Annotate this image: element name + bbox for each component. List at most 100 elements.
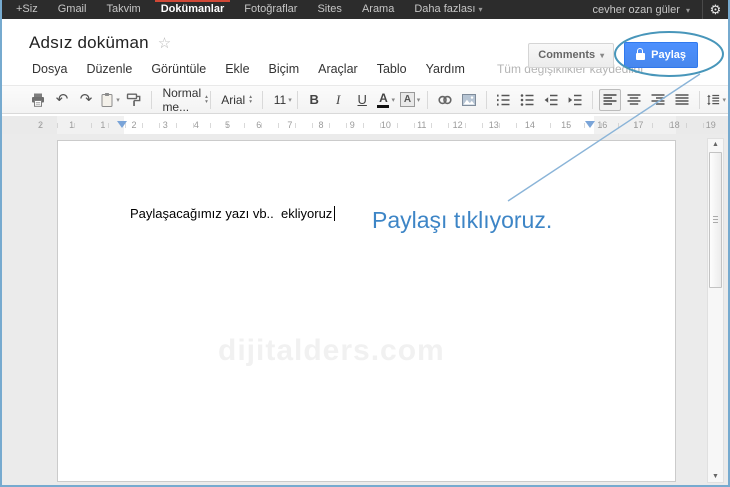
menu-duzenle[interactable]: Düzenle <box>83 60 135 78</box>
italic-icon: I <box>336 91 341 107</box>
updown-icon: ▴ ▾ <box>249 93 252 105</box>
font-size-value: 11 <box>273 92 287 107</box>
redo-button[interactable]: ↷ <box>75 89 97 111</box>
font-family-value: Arial <box>221 92 246 107</box>
chevron-down-icon: ▾ <box>600 50 605 60</box>
paragraph-style-value: Normal me... <box>162 85 202 114</box>
bold-button[interactable]: B <box>303 89 325 111</box>
google-docs-window: +Siz Gmail Takvim Dokümanlar Fotoğraflar… <box>0 0 730 487</box>
line-spacing-icon <box>707 94 720 105</box>
menu-dosya[interactable]: Dosya <box>29 60 70 78</box>
nav-daha-fazlasi[interactable]: Daha fazlası ▾ <box>404 0 492 19</box>
lock-icon <box>636 48 646 60</box>
callout-text: Paylaşı tıklıyoruz. <box>372 207 553 233</box>
underline-button[interactable]: U <box>351 89 373 111</box>
text-cursor <box>334 206 336 221</box>
document-header: Adsız doküman ☆ Dosya Düzenle Görüntüle … <box>2 19 728 85</box>
nav-plus-siz[interactable]: +Siz <box>6 0 48 19</box>
chevron-down-icon: ▾ <box>416 96 421 104</box>
undo-icon: ↶ <box>55 91 69 108</box>
undo-button[interactable]: ↶ <box>51 89 73 111</box>
scroll-up-arrow-icon[interactable]: ▲ <box>708 139 723 150</box>
link-icon <box>438 95 452 104</box>
decrease-indent-button[interactable] <box>540 89 562 111</box>
updown-icon: ▴ ▾ <box>205 93 208 105</box>
nav-daha-fazlasi-label: Daha fazlası <box>414 3 476 15</box>
watermark: dijitalders.com <box>218 334 445 367</box>
bulleted-list-icon <box>520 93 534 106</box>
title-row: Adsız doküman ☆ <box>29 33 171 53</box>
nav-fotograflar[interactable]: Fotoğraflar <box>234 0 307 19</box>
scrollbar-grip <box>713 216 718 224</box>
paragraph-style-dropdown[interactable]: Normal me... ▴ ▾ <box>157 85 207 114</box>
font-family-dropdown[interactable]: Arial ▴ ▾ <box>216 89 256 111</box>
right-indent-marker[interactable] <box>585 121 595 128</box>
nav-takvim[interactable]: Takvim <box>96 0 150 19</box>
account-menu[interactable]: cevher ozan güler ▾ <box>586 4 696 16</box>
align-right-icon <box>651 93 665 105</box>
highlight-icon: A <box>400 92 415 107</box>
nav-sites[interactable]: Sites <box>307 0 351 19</box>
align-right-button[interactable] <box>647 89 669 111</box>
document-text[interactable]: Paylaşacağımız yazı vb.. ekliyoruz <box>130 206 336 221</box>
align-left-button[interactable] <box>598 88 621 111</box>
menu-goruntule[interactable]: Görüntüle <box>148 60 209 78</box>
numbered-list-icon <box>497 94 510 106</box>
line-spacing-button[interactable]: ▾ <box>705 89 727 111</box>
star-icon[interactable]: ☆ <box>158 34 171 52</box>
left-indent-marker[interactable] <box>117 121 127 128</box>
insert-link-button[interactable] <box>434 89 456 111</box>
menu-bicim[interactable]: Biçim <box>266 60 303 78</box>
redo-icon: ↷ <box>79 91 93 108</box>
gear-icon[interactable]: ⚙ <box>702 0 728 19</box>
scroll-down-arrow-icon[interactable]: ▼ <box>708 471 723 482</box>
nav-gmail[interactable]: Gmail <box>48 0 97 19</box>
nav-arama[interactable]: Arama <box>352 0 404 19</box>
align-center-button[interactable] <box>623 89 645 111</box>
document-canvas: Paylaşacağımız yazı vb.. ekliyoruz dijit… <box>2 134 728 485</box>
menu-yardim[interactable]: Yardım <box>423 60 468 78</box>
chevron-down-icon: ▾ <box>391 96 395 104</box>
scrollbar-thumb[interactable] <box>709 152 722 288</box>
bulleted-list-button[interactable] <box>516 89 538 111</box>
google-black-bar: +Siz Gmail Takvim Dokümanlar Fotoğraflar… <box>2 0 728 19</box>
paint-format-button[interactable] <box>123 89 145 111</box>
document-title[interactable]: Adsız doküman <box>29 33 149 53</box>
align-center-icon <box>627 93 641 105</box>
chevron-down-icon: ▾ <box>288 96 292 104</box>
text-color-button[interactable]: A ▾ <box>375 89 397 111</box>
text-color-icon: A <box>377 92 390 108</box>
increase-indent-button[interactable] <box>564 89 586 111</box>
header-actions: Comments ▾ Paylaş <box>528 42 698 68</box>
highlight-color-button[interactable]: A ▾ <box>399 89 421 111</box>
topbar-right: cevher ozan güler ▾ ⚙ <box>586 0 728 19</box>
ruler: 2 1 1 2 3 4 5 6 7 8 9 10 11 12 13 14 15 16 17 18 19 <box>2 116 728 134</box>
share-label: Paylaş <box>651 49 686 61</box>
share-button[interactable]: Paylaş <box>624 42 698 68</box>
comments-button[interactable]: Comments ▾ <box>528 42 615 68</box>
ruler-numbers: 2 1 1 2 3 4 5 6 7 8 9 10 11 12 13 14 15 16 17 18 19 <box>38 120 716 130</box>
comments-label: Comments <box>538 49 596 61</box>
bold-icon: B <box>309 92 319 107</box>
document-page[interactable]: Paylaşacağımız yazı vb.. ekliyoruz dijit… <box>57 140 676 482</box>
chevron-down-icon: ▾ <box>685 5 690 15</box>
user-name: cevher ozan güler <box>592 3 680 16</box>
align-left-icon <box>603 93 617 105</box>
increase-indent-icon <box>568 94 582 105</box>
font-size-dropdown[interactable]: 11 ▾ <box>269 89 292 111</box>
chevron-down-icon: ▾ <box>116 96 120 104</box>
nav-dokumanlar[interactable]: Dokümanlar <box>151 0 235 19</box>
menu-ekle[interactable]: Ekle <box>222 60 252 78</box>
insert-image-button[interactable] <box>458 89 480 111</box>
print-button[interactable] <box>27 89 49 111</box>
menu-tablo[interactable]: Tablo <box>374 60 410 78</box>
italic-button[interactable]: I <box>327 89 349 111</box>
body-text: Paylaşacağımız yazı vb.. ekliyoruz <box>130 206 333 221</box>
decrease-indent-icon <box>544 94 558 105</box>
justify-button[interactable] <box>671 89 693 111</box>
web-clipboard-button[interactable]: ▾ <box>99 89 121 111</box>
numbered-list-button[interactable] <box>492 89 514 111</box>
clipboard-icon <box>101 92 113 107</box>
vertical-scrollbar[interactable]: ▲ ▼ <box>707 138 724 483</box>
menu-araclar[interactable]: Araçlar <box>315 60 361 78</box>
